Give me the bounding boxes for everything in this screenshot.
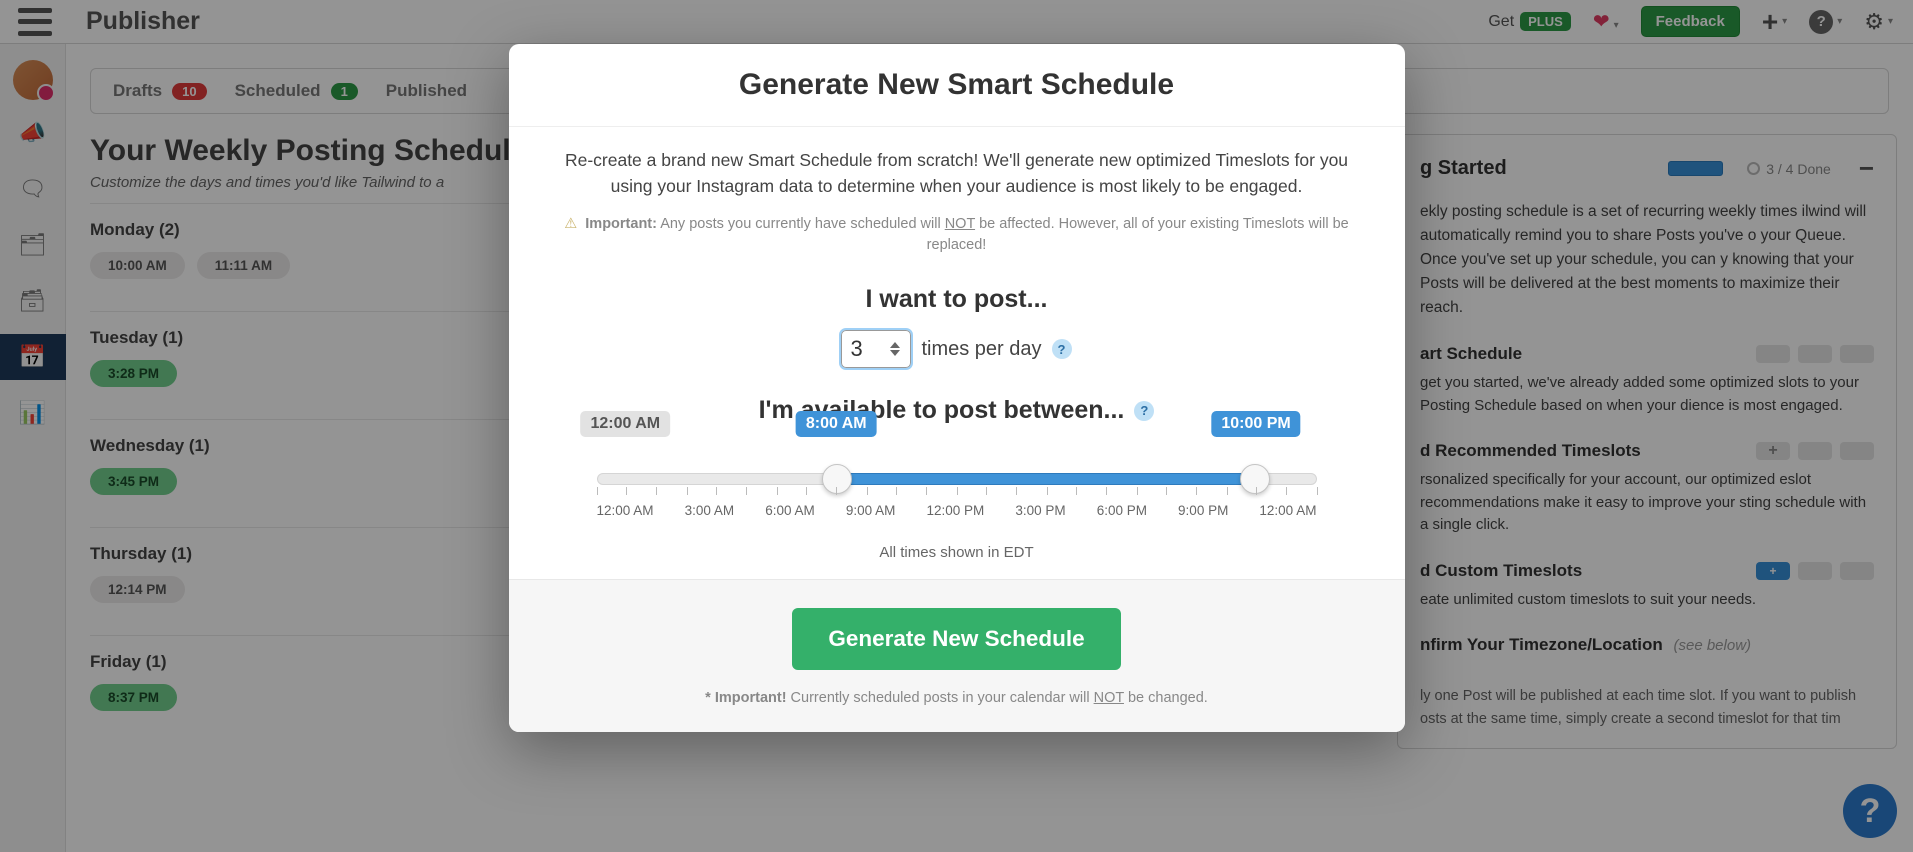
tick-label: 6:00 PM [1097,503,1147,518]
warning-not: NOT [945,216,975,232]
input-value: 3 [850,336,862,362]
footnote-label: * Important! [705,690,786,706]
tick-label: 9:00 PM [1178,503,1228,518]
info-icon[interactable]: ? [1052,339,1072,359]
step-down-icon[interactable] [890,350,900,356]
step-up-icon[interactable] [890,342,900,348]
slider-ticks [597,487,1317,497]
warning-text: be affected. However, all of your existi… [927,216,1349,254]
info-icon[interactable]: ? [1134,401,1154,421]
post-frequency-label: I want to post... [549,285,1365,314]
slider-min-bubble: 12:00 AM [580,411,670,437]
modal-footnote: * Important! Currently scheduled posts i… [549,688,1365,710]
tick-label: 12:00 AM [1259,503,1316,518]
modal-title: Generate New Smart Schedule [539,68,1375,102]
tick-label: 6:00 AM [765,503,815,518]
footnote-text: Currently scheduled posts in your calend… [787,690,1094,706]
times-per-day-input[interactable]: 3 [841,330,911,368]
time-range-slider[interactable]: 12:00 AM 8:00 AM 10:00 PM 12:00 AM 3:00 … [597,445,1317,518]
footnote-text: be changed. [1124,690,1208,706]
smart-schedule-modal: Generate New Smart Schedule Re-create a … [509,44,1405,732]
tick-label: 3:00 AM [685,503,735,518]
warning-label: Important: [585,216,657,232]
warning-icon: ⚠ [564,216,577,232]
footnote-not: NOT [1094,690,1124,706]
modal-lead: Re-create a brand new Smart Schedule fro… [549,147,1365,200]
tick-label: 9:00 AM [846,503,896,518]
generate-schedule-button[interactable]: Generate New Schedule [792,608,1120,670]
tick-label: 12:00 PM [926,503,984,518]
modal-warning: ⚠ Important: Any posts you currently hav… [549,214,1365,258]
tick-label: 12:00 AM [597,503,654,518]
slider-tick-labels: 12:00 AM 3:00 AM 6:00 AM 9:00 AM 12:00 P… [597,503,1317,518]
slider-end-bubble: 10:00 PM [1211,411,1300,437]
timezone-hint: All times shown in EDT [549,544,1365,561]
warning-text: Any posts you currently have scheduled w… [657,216,945,232]
times-per-day-suffix: times per day [921,338,1041,361]
tick-label: 3:00 PM [1015,503,1065,518]
modal-overlay[interactable]: Generate New Smart Schedule Re-create a … [0,0,1913,852]
slider-start-bubble: 8:00 AM [796,411,877,437]
